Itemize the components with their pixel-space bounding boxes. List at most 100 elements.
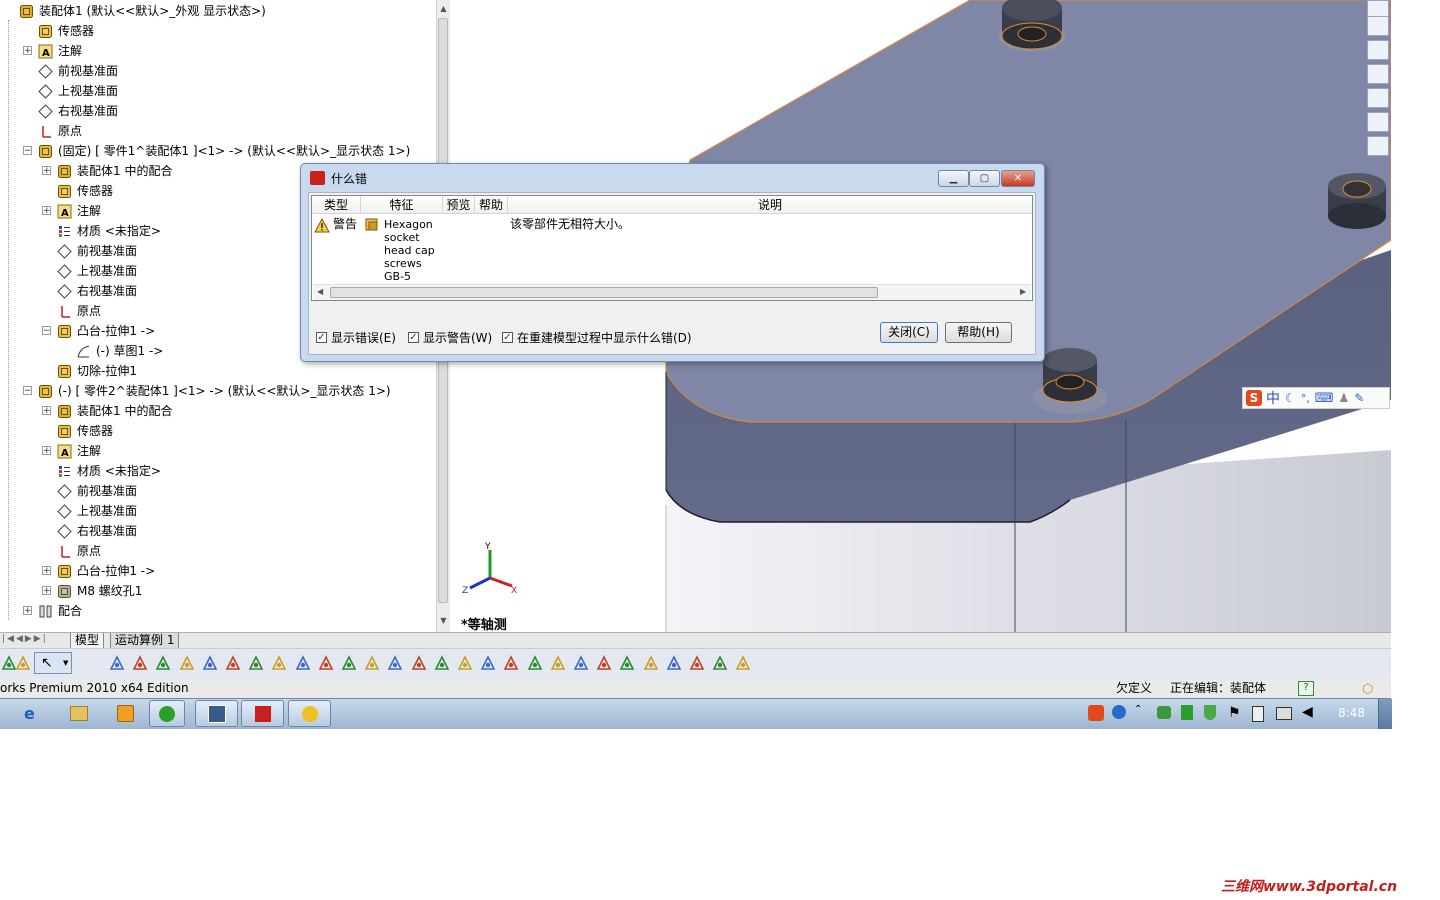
appearances-icon[interactable] <box>1367 112 1389 132</box>
expand-toggle-icon[interactable]: + <box>23 606 32 616</box>
tree-item[interactable]: 右视基准面 <box>0 101 436 121</box>
tree-item[interactable]: + 凸台-拉伸1 -> <box>0 561 436 581</box>
h-scroll-thumb[interactable] <box>330 287 878 298</box>
scroll-down-arrow[interactable]: ▼ <box>437 614 450 628</box>
tree-item[interactable]: + A 注解 <box>0 41 436 61</box>
ime-toolbar[interactable]: S 中 ☾ °, ⌨ ♟ ✎ <box>1242 387 1390 409</box>
tree-item[interactable]: 传感器 <box>0 21 436 41</box>
show-desktop-button[interactable] <box>1378 699 1392 729</box>
punctuation-icon[interactable]: °, <box>1301 392 1310 405</box>
tree-item[interactable]: 材质 <未指定> <box>0 461 436 481</box>
relation-icon[interactable] <box>618 654 636 672</box>
tree-item[interactable]: + 装配体1 中的配合 <box>0 401 436 421</box>
expand-toggle-icon[interactable]: − <box>23 146 32 156</box>
tree-item[interactable]: 前视基准面 <box>0 61 436 81</box>
column-header-description[interactable]: 说明 <box>508 196 1032 214</box>
list-horizontal-scrollbar[interactable]: ◀ ▶ <box>313 284 1031 300</box>
tree-item[interactable]: + A 注解 <box>0 441 436 461</box>
tab-model[interactable]: 模型 <box>70 633 105 649</box>
taskbar-app-solidworks[interactable] <box>241 700 284 727</box>
move-component-icon[interactable] <box>201 654 219 672</box>
sogou-tray-icon[interactable] <box>1088 705 1104 721</box>
column-header-preview[interactable]: 预览 <box>443 196 475 214</box>
maximize-button[interactable]: ▢ <box>969 170 1000 187</box>
column-header-type[interactable]: 类型 <box>312 196 361 214</box>
tree-item[interactable]: 前视基准面 <box>0 481 436 501</box>
smart-dimension-icon[interactable] <box>595 654 613 672</box>
ime-mode[interactable]: 中 <box>1266 388 1280 408</box>
tray-expand-icon[interactable]: ⌃ <box>1134 704 1142 715</box>
tree-item[interactable]: 上视基准面 <box>0 81 436 101</box>
scroll-up-arrow[interactable]: ▲ <box>437 2 450 16</box>
expand-toggle-icon[interactable]: − <box>23 386 32 396</box>
hole-series-icon[interactable] <box>340 654 358 672</box>
clearance-icon[interactable] <box>317 654 335 672</box>
tree-item[interactable]: 切除-拉伸1 <box>0 361 436 381</box>
error-list[interactable]: 类型 特征 预览 帮助 说明 警告 Hexagon socket head ca… <box>311 195 1033 301</box>
close-button[interactable]: 关闭(C) <box>880 322 938 343</box>
mass-properties-icon[interactable] <box>526 654 544 672</box>
internet-explorer-icon[interactable]: e <box>24 704 35 723</box>
scroll-right-arrow[interactable]: ▶ <box>1020 287 1026 296</box>
mate-icon[interactable] <box>131 654 149 672</box>
moon-icon[interactable]: ☾ <box>1285 391 1296 405</box>
minimize-button[interactable]: ▁ <box>938 170 969 187</box>
expand-toggle-icon[interactable]: + <box>42 406 51 416</box>
tree-item[interactable]: + 配合 <box>0 601 436 621</box>
tree-item[interactable]: + M8 螺纹孔1 <box>0 581 436 601</box>
tree-item[interactable]: 原点 <box>0 541 436 561</box>
interference-icon[interactable] <box>294 654 312 672</box>
trim-icon[interactable] <box>642 654 660 672</box>
convert-icon[interactable] <box>665 654 683 672</box>
exploded-sketch-icon[interactable] <box>270 654 288 672</box>
volume-icon[interactable]: ◀ <box>1302 704 1313 720</box>
weld-bead-icon[interactable] <box>363 654 381 672</box>
insert-component-icon[interactable] <box>108 654 126 672</box>
help-icon[interactable]: ? <box>1298 681 1314 696</box>
select-tool-button[interactable]: ↖ ▼ <box>34 652 72 674</box>
monitor-icon[interactable] <box>1276 707 1292 720</box>
taskbar-app-browser[interactable] <box>149 700 185 727</box>
help-button[interactable]: 帮助(H) <box>945 322 1012 343</box>
tray-help-icon[interactable] <box>1112 705 1126 719</box>
expand-toggle-icon[interactable]: − <box>42 326 51 336</box>
section-view-icon[interactable] <box>456 654 474 672</box>
show-during-rebuild-checkbox[interactable]: ✓ 在重建模型过程中显示什么错(D) <box>502 329 692 345</box>
taskbar-app-1[interactable] <box>195 700 238 727</box>
design-library-icon[interactable] <box>1367 16 1389 36</box>
mirror-icon[interactable] <box>711 654 729 672</box>
checkbox-box[interactable]: ✓ <box>408 331 419 343</box>
clock[interactable]: 8:48 <box>1338 706 1365 720</box>
show-errors-checkbox[interactable]: ✓ 显示错误(E) <box>316 329 396 345</box>
tab-motion-study[interactable]: 运动算例 1 <box>110 633 180 649</box>
close-window-button[interactable]: ✕ <box>1001 170 1035 187</box>
reference-geometry-icon[interactable] <box>410 654 428 672</box>
column-header-feature[interactable]: 特征 <box>361 196 443 214</box>
scroll-left-arrow[interactable]: ◀ <box>317 287 323 296</box>
evaluate-icon[interactable] <box>502 654 520 672</box>
column-header-help[interactable]: 帮助 <box>475 196 508 214</box>
view-palette-icon[interactable] <box>1367 88 1389 108</box>
measure-icon[interactable] <box>549 654 567 672</box>
show-warnings-checkbox[interactable]: ✓ 显示警告(W) <box>408 329 492 345</box>
tab-nav-arrows-icon[interactable]: |◀◀▶▶| <box>2 634 48 644</box>
expand-toggle-icon[interactable]: + <box>42 446 51 456</box>
media-player-icon[interactable] <box>117 705 134 722</box>
assembly-feature-icon[interactable] <box>386 654 404 672</box>
expand-toggle-icon[interactable]: + <box>42 206 51 216</box>
user-icon[interactable]: ♟ <box>1339 391 1350 405</box>
linear-pattern-icon[interactable] <box>178 654 196 672</box>
tree-item[interactable]: 上视基准面 <box>0 501 436 521</box>
file-explorer-icon[interactable] <box>1367 40 1389 60</box>
bom-icon[interactable] <box>433 654 451 672</box>
security-tray-icon[interactable] <box>1181 705 1193 720</box>
tree-item[interactable]: 原点 <box>0 121 436 141</box>
tree-item[interactable]: 装配体1 (默认<<默认>_外观 显示状态>) <box>0 1 436 21</box>
expand-toggle-icon[interactable]: + <box>42 586 51 596</box>
usb-device-icon[interactable] <box>1252 706 1264 722</box>
search-icon[interactable] <box>1367 64 1389 84</box>
explode-icon[interactable] <box>247 654 265 672</box>
offset-icon[interactable] <box>688 654 706 672</box>
taskbar-app-help[interactable] <box>288 700 331 727</box>
shield-icon[interactable] <box>1204 705 1216 720</box>
